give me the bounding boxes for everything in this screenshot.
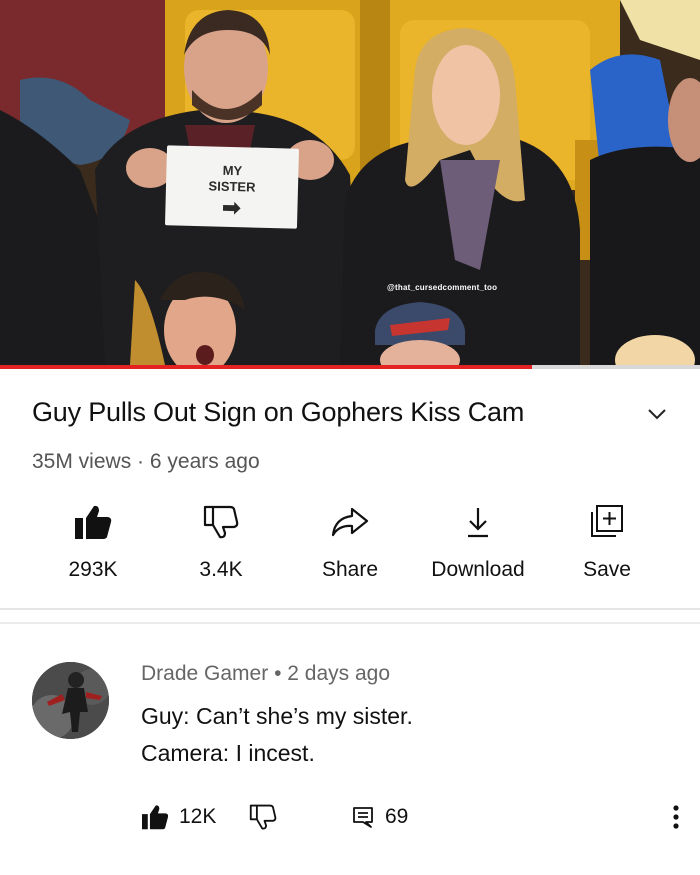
comment-meta: Drade Gamer • 2 days ago — [141, 662, 390, 686]
video-meta: 35M views · 6 years ago — [32, 450, 260, 474]
share-label: Share — [321, 558, 379, 581]
video-title-row[interactable]: Guy Pulls Out Sign on Gophers Kiss Cam — [32, 397, 672, 437]
like-count: 293K — [68, 558, 118, 581]
save-label: Save — [583, 558, 631, 581]
video-title: Guy Pulls Out Sign on Gophers Kiss Cam — [32, 397, 525, 427]
thumbs-up-filled-icon — [142, 805, 169, 830]
comment-text-line-2: Camera: I incest. — [141, 740, 315, 766]
comment-age: 2 days ago — [287, 662, 391, 685]
share-button[interactable]: Share — [290, 500, 410, 582]
sign-line-2: SISTER — [208, 178, 256, 195]
comment-like-count: 12K — [179, 805, 217, 828]
sign-arrow-icon: ➡ — [221, 194, 242, 221]
dislike-button[interactable]: 3.4K — [161, 500, 281, 582]
comment-reply-count: 69 — [385, 805, 409, 828]
comment-action-bar: 12K 69 — [141, 800, 681, 834]
comment-reply-button[interactable]: 69 — [351, 800, 408, 834]
divider — [0, 622, 700, 624]
download-label: Download — [431, 558, 525, 581]
download-button[interactable]: Download — [418, 500, 538, 582]
save-button[interactable]: Save — [547, 500, 667, 582]
comment-text-line-1: Guy: Can’t she’s my sister. — [141, 703, 413, 729]
download-icon — [468, 508, 488, 538]
save-playlist-icon — [591, 505, 623, 537]
video-progress-bar[interactable] — [0, 365, 700, 369]
share-arrow-icon — [331, 507, 369, 537]
divider — [0, 608, 700, 610]
upload-age: 6 years ago — [149, 450, 260, 473]
like-button[interactable]: 293K — [33, 500, 153, 582]
video-frame — [0, 0, 700, 365]
meta-separator: · — [137, 450, 145, 473]
thumbs-down-icon — [249, 804, 277, 830]
dislike-count: 3.4K — [199, 558, 243, 581]
comment-author[interactable]: Drade Gamer — [141, 662, 268, 685]
handheld-sign: MY SISTER ➡ — [164, 145, 300, 229]
avatar[interactable] — [32, 662, 109, 739]
comment-meta-separator: • — [274, 662, 282, 685]
comment-dislike-button[interactable] — [249, 800, 277, 834]
reply-icon — [353, 807, 373, 828]
thumbs-down-icon — [203, 505, 239, 539]
video-action-bar: 293K 3.4K Share Download Save — [0, 500, 700, 600]
comment-like-button[interactable]: 12K — [141, 800, 216, 834]
chevron-down-icon[interactable] — [646, 403, 668, 425]
avatar-image — [32, 662, 109, 739]
view-count: 35M views — [32, 450, 132, 473]
more-vert-icon[interactable] — [671, 804, 681, 830]
watermark: @that_cursedcomment_too — [387, 283, 498, 292]
video-player[interactable]: MY SISTER ➡ @that_cursedcomment_too — [0, 0, 700, 365]
video-progress-fill — [0, 365, 532, 369]
thumbs-up-filled-icon — [75, 505, 112, 539]
